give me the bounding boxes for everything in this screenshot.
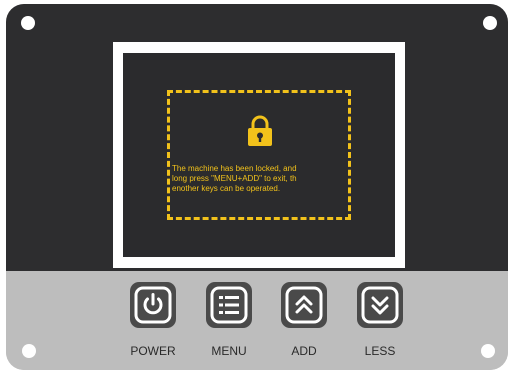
mounting-hole-top-right	[483, 16, 497, 30]
power-icon	[134, 286, 172, 324]
display-screen: The machine has been locked, and long pr…	[123, 53, 395, 257]
mounting-hole-bottom-right	[481, 344, 495, 358]
add-button-label: ADD	[291, 344, 317, 358]
menu-button[interactable]	[206, 282, 252, 328]
lock-message-line-2: long press "MENU+ADD" to exit, th	[172, 174, 297, 183]
lock-message-line-3: enother keys can be operated.	[172, 184, 281, 193]
mounting-hole-bottom-left	[22, 344, 36, 358]
lock-icon	[248, 115, 272, 146]
screen-bezel: The machine has been locked, and long pr…	[113, 42, 405, 268]
mounting-hole-top-left	[21, 16, 35, 30]
power-button[interactable]	[130, 282, 176, 328]
power-button-label: POWER	[130, 344, 176, 358]
chevron-double-up-icon	[285, 286, 323, 324]
add-button[interactable]	[281, 282, 327, 328]
less-button-label: LESS	[364, 344, 396, 358]
chevron-double-down-icon	[361, 286, 399, 324]
lock-message-line-1: The machine has been locked, and	[172, 164, 297, 173]
menu-button-label: MENU	[211, 344, 247, 358]
menu-icon	[210, 286, 248, 324]
less-button[interactable]	[357, 282, 403, 328]
lock-message: The machine has been locked, and long pr…	[172, 164, 352, 194]
lock-notice-box: The machine has been locked, and long pr…	[167, 90, 351, 220]
